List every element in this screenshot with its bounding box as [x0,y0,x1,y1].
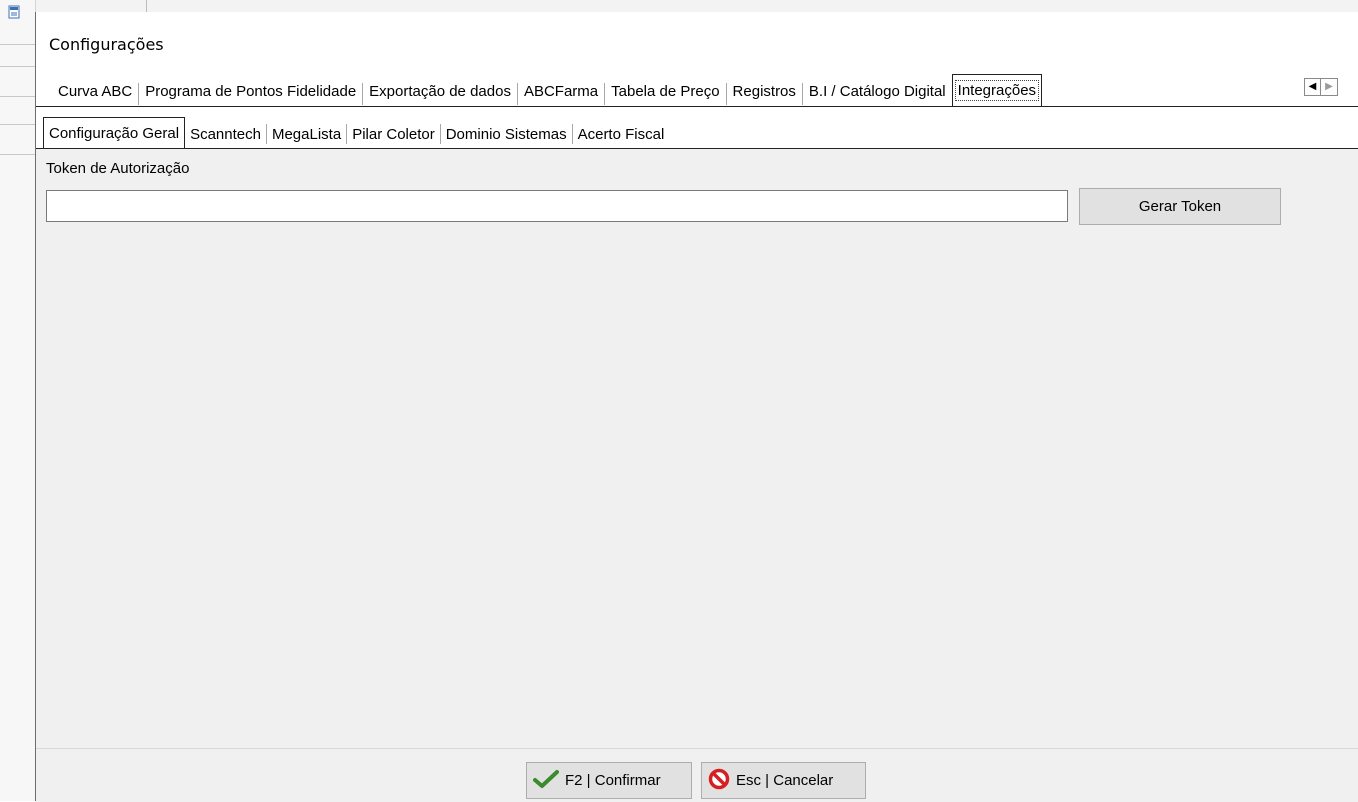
token-input[interactable] [46,190,1068,222]
configuracoes-dialog: Configurações Curva ABC Programa de Pont… [35,12,1358,802]
checkmark-icon [533,769,559,793]
subtab-acerto-fiscal[interactable]: Acerto Fiscal [573,120,670,148]
subtab-scanntech[interactable]: Scanntech [185,120,266,148]
background-separator [0,66,36,67]
tab-programa-pontos-fidelidade[interactable]: Programa de Pontos Fidelidade [139,76,362,106]
tab-integracoes-label: Integrações [954,80,1040,101]
cancel-button[interactable]: Esc | Cancelar [701,762,866,799]
main-tab-strip: Curva ABC Programa de Pontos Fidelidade … [36,74,1043,106]
tab-exportacao-dados[interactable]: Exportação de dados [363,76,517,106]
sub-tab-strip: Configuração Geral Scanntech MegaLista P… [43,117,670,148]
subtab-dominio-sistemas[interactable]: Dominio Sistemas [441,120,572,148]
tab-abcfarma[interactable]: ABCFarma [518,76,604,106]
gerar-token-button[interactable]: Gerar Token [1079,188,1281,225]
tab-curva-abc[interactable]: Curva ABC [52,76,138,106]
triangle-right-icon[interactable]: ▶ [1321,78,1338,96]
background-side-panel [0,0,36,801]
background-separator [0,96,36,97]
dialog-title: Configurações [49,35,164,54]
background-separator [0,124,36,125]
subtab-configuracao-geral[interactable]: Configuração Geral [43,117,186,148]
confirm-label: F2 | Confirmar [565,772,661,789]
background-divider [146,0,147,12]
token-label: Token de Autorização [46,160,190,177]
cancel-label: Esc | Cancelar [736,772,834,789]
tab-registros[interactable]: Registros [727,76,802,106]
subtab-megalista[interactable]: MegaLista [267,120,346,148]
background-separator [0,44,36,45]
no-entry-icon [708,768,730,794]
integracoes-page: Configuração Geral Scanntech MegaLista P… [36,106,1358,802]
background-toolbar [0,0,1358,12]
tab-bi-catalogo-digital[interactable]: B.I / Catálogo Digital [803,76,952,106]
tab-tabela-preco[interactable]: Tabela de Preço [605,76,725,106]
tab-scroll-buttons: ◀ ▶ [1304,78,1338,96]
background-separator [0,154,36,155]
subtab-pilar-coletor[interactable]: Pilar Coletor [347,120,440,148]
tab-integracoes[interactable]: Integrações [951,74,1043,106]
configuracao-geral-panel: Token de Autorização Gerar Token [36,148,1358,748]
document-icon [8,5,22,19]
triangle-left-icon[interactable]: ◀ [1304,78,1321,96]
confirm-button[interactable]: F2 | Confirmar [526,762,692,799]
dialog-footer: F2 | Confirmar Esc | Cancelar [36,748,1358,802]
